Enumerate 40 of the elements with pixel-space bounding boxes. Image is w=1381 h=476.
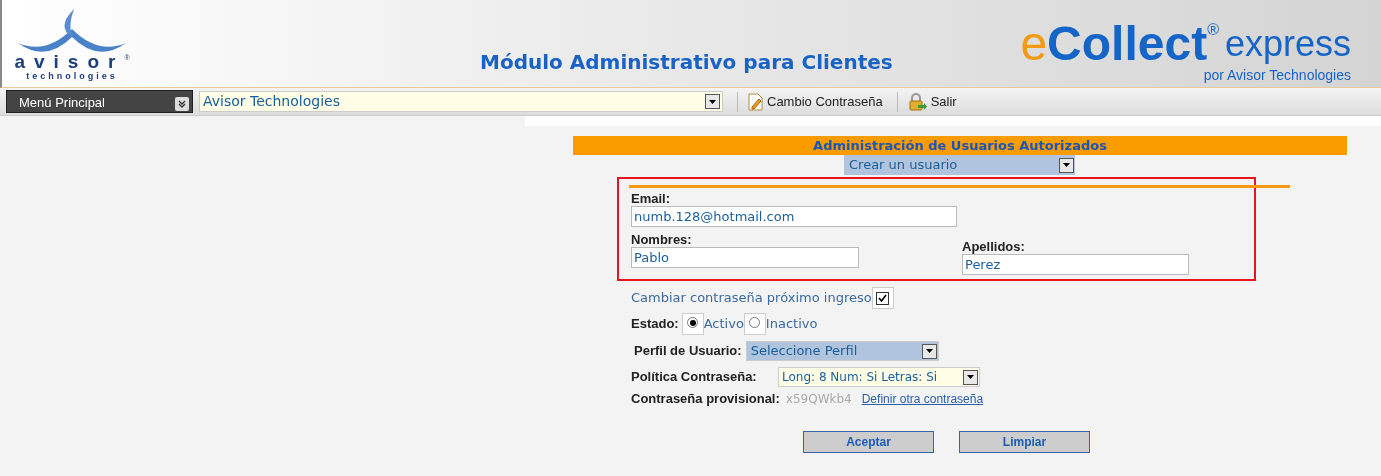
field-label: Estado: (631, 315, 679, 334)
field-label: Contraseña provisional: (631, 390, 780, 408)
policy-select[interactable]: Long: 8 Num: Si Letras: Si (778, 367, 980, 387)
radio-label: Inactivo (765, 315, 818, 334)
main-menu-button[interactable]: Menú Principal (6, 90, 193, 113)
brand-name: Collect (1047, 20, 1208, 68)
profile-select[interactable]: Seleccione Perfil (745, 341, 939, 361)
text-field[interactable]: Pablo (631, 247, 859, 268)
radio-label: Activo (703, 315, 744, 334)
brand-suffix: express (1224, 22, 1351, 66)
section-header: Administración de Usuarios Autorizados (573, 136, 1347, 155)
checkbox[interactable] (871, 287, 894, 309)
form-button[interactable]: Limpiar (959, 430, 1090, 453)
page-title: Módulo Administrativo para Clientes (480, 49, 893, 76)
text-field[interactable]: numb.128@hotmail.com (631, 206, 957, 227)
logo-subtitle: technologies (26, 71, 118, 81)
field-label: Email: (631, 191, 671, 206)
toolbar-button[interactable]: Salir (907, 91, 957, 112)
brand-prefix: e (1020, 20, 1048, 68)
option-label: Cambiar contraseña próximo ingreso (631, 289, 872, 308)
logo-wordmark: avisor (14, 53, 125, 71)
registered-mark: ® (1207, 20, 1219, 38)
radio-button[interactable] (687, 317, 699, 328)
document-pencil-icon (748, 92, 764, 111)
field-label: Apellidos: (962, 239, 1026, 254)
provisional-password: x59QWkb4 (785, 390, 852, 408)
text-field[interactable]: Perez (962, 254, 1189, 275)
radio-button[interactable] (749, 317, 761, 328)
field-label: Perfil de Usuario: (634, 342, 742, 361)
action-select[interactable]: Crear un usuario (844, 155, 1075, 175)
toolbar-button[interactable]: Cambio Contraseña (748, 91, 883, 112)
expand-icon (175, 97, 189, 111)
field-label: Nombres: (631, 232, 693, 247)
padlock-arrow-icon (907, 92, 928, 111)
brand-tagline: por Avisor Technologies (1203, 68, 1351, 83)
field-label: Política Contraseña: (631, 368, 758, 387)
company-select[interactable]: Avisor Technologies (199, 91, 723, 112)
checkmark-icon (878, 293, 888, 303)
define-password-link[interactable]: Definir otra contraseña (861, 389, 984, 408)
form-button[interactable]: Aceptar (803, 430, 934, 453)
